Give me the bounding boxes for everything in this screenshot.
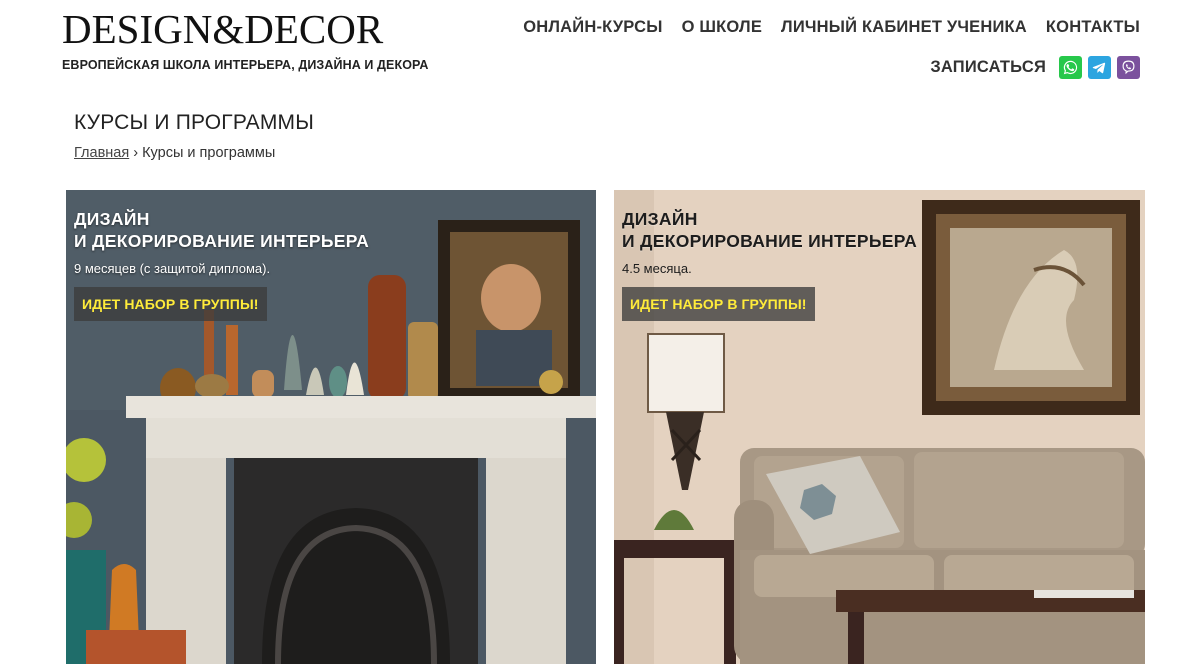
logo-title: DESIGN&DECOR	[62, 6, 384, 52]
signup-link[interactable]: ЗАПИСАТЬСЯ	[930, 58, 1046, 77]
breadcrumb-home-link[interactable]: Главная	[74, 145, 129, 161]
viber-icon[interactable]	[1117, 56, 1140, 79]
course-card-2[interactable]: ДИЗАЙН И ДЕКОРИРОВАНИЕ ИНТЕРЬЕРА 4.5 мес…	[614, 190, 1145, 664]
nav-contacts[interactable]: КОНТАКТЫ	[1046, 18, 1140, 37]
course-title-line2: И ДЕКОРИРОВАНИЕ ИНТЕРЬЕРА	[74, 231, 370, 251]
breadcrumb-current: Курсы и программы	[142, 145, 276, 161]
nav-about-school[interactable]: О ШКОЛЕ	[682, 18, 762, 37]
course-title-line1: ДИЗАЙН	[622, 209, 698, 229]
main-nav: ОНЛАЙН-КУРСЫ О ШКОЛЕ ЛИЧНЫЙ КАБИНЕТ УЧЕН…	[523, 18, 1140, 37]
logo-subtitle: ЕВРОПЕЙСКАЯ ШКОЛА ИНТЕРЬЕРА, ДИЗАЙНА И Д…	[62, 58, 429, 72]
nav-student-account[interactable]: ЛИЧНЫЙ КАБИНЕТ УЧЕНИКА	[781, 18, 1027, 37]
course-title[interactable]: ДИЗАЙН И ДЕКОРИРОВАНИЕ ИНТЕРЬЕРА	[74, 208, 369, 252]
enrollment-badge[interactable]: ИДЕТ НАБОР В ГРУППЫ!	[74, 287, 267, 321]
site-logo[interactable]: DESIGN&DECOR ЕВРОПЕЙСКАЯ ШКОЛА ИНТЕРЬЕРА…	[62, 6, 432, 73]
breadcrumb: Главная › Курсы и программы	[74, 145, 275, 161]
signup-block: ЗАПИСАТЬСЯ	[930, 56, 1140, 79]
enrollment-badge[interactable]: ИДЕТ НАБОР В ГРУППЫ!	[622, 287, 815, 321]
nav-online-courses[interactable]: ОНЛАЙН-КУРСЫ	[523, 18, 662, 37]
course-title-line2: И ДЕКОРИРОВАНИЕ ИНТЕРЬЕРА	[622, 231, 918, 251]
course-duration: 9 месяцев (с защитой диплома).	[74, 261, 271, 276]
telegram-icon[interactable]	[1088, 56, 1111, 79]
course-duration: 4.5 месяца.	[622, 261, 692, 276]
course-image-living-room	[614, 190, 1145, 664]
course-title[interactable]: ДИЗАЙН И ДЕКОРИРОВАНИЕ ИНТЕРЬЕРА	[622, 208, 917, 252]
page-title: КУРСЫ И ПРОГРАММЫ	[74, 111, 315, 134]
course-card-1[interactable]: ДИЗАЙН И ДЕКОРИРОВАНИЕ ИНТЕРЬЕРА 9 месяц…	[66, 190, 596, 664]
course-title-line1: ДИЗАЙН	[74, 209, 150, 229]
whatsapp-icon[interactable]	[1059, 56, 1082, 79]
breadcrumb-separator: ›	[133, 145, 139, 161]
